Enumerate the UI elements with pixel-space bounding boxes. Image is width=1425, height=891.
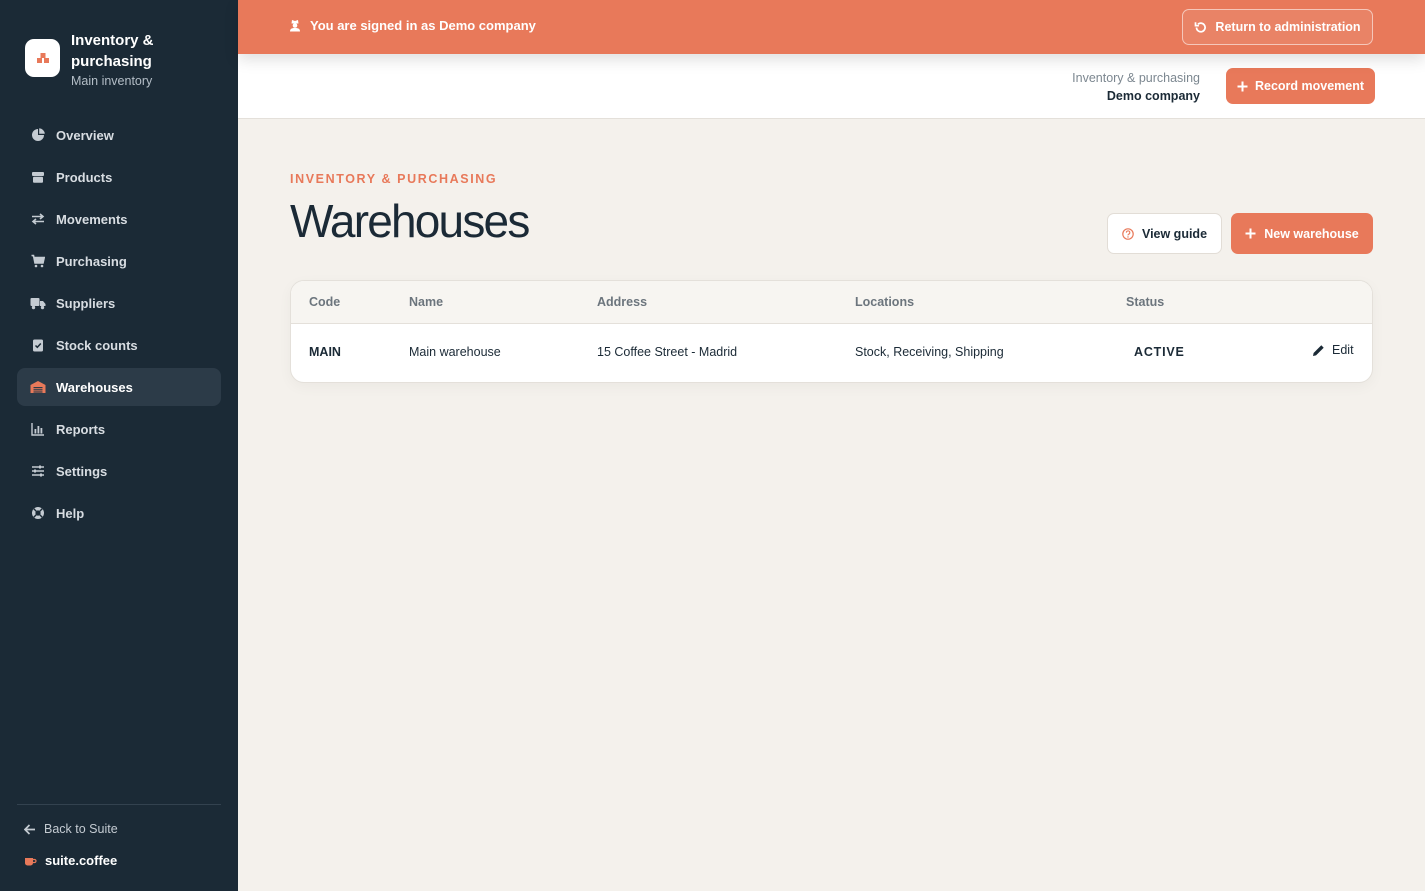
brand-title: Inventory & purchasing — [71, 32, 154, 70]
view-guide-button[interactable]: View guide — [1107, 213, 1222, 254]
page-eyebrow: INVENTORY & PURCHASING — [290, 172, 498, 186]
record-movement-label: Record movement — [1254, 79, 1365, 93]
column-header-locations: Locations — [855, 295, 915, 309]
table-header: Code Name Address Locations Status — [291, 281, 1372, 324]
column-header-code: Code — [309, 295, 341, 309]
coffee-cup-icon — [25, 858, 37, 866]
bar-chart-icon — [30, 421, 46, 437]
sidebar-item-reports[interactable]: Reports — [17, 410, 221, 448]
sidebar-item-label: Products — [56, 169, 113, 185]
user-secret-icon — [290, 20, 300, 32]
pie-chart-icon — [30, 127, 46, 143]
column-header-address: Address — [597, 295, 648, 309]
sliders-icon — [30, 463, 46, 479]
brand: Inventory & purchasing Main inventory — [25, 30, 201, 90]
suite-brand-label: suite.coffee — [45, 853, 118, 868]
swap-arrows-icon — [30, 211, 46, 227]
sidebar-item-label: Help — [56, 505, 85, 521]
plus-icon — [1237, 81, 1248, 91]
sidebar-item-label: Overview — [56, 127, 114, 143]
return-to-administration-label: Return to administration — [1215, 20, 1361, 34]
truck-icon — [30, 295, 46, 311]
sidebar-item-label: Reports — [56, 421, 106, 437]
sidebar-item-label: Suppliers — [56, 295, 116, 311]
edit-label: Edit — [1332, 343, 1354, 357]
header-company-name: Demo company — [1106, 89, 1200, 103]
brand-subtitle: Main inventory — [71, 74, 153, 88]
sidebar-item-settings[interactable]: Settings — [17, 452, 221, 490]
arrow-left-icon — [24, 823, 35, 835]
view-guide-label: View guide — [1141, 226, 1208, 241]
new-warehouse-label: New warehouse — [1264, 226, 1359, 241]
sidebar-nav: Overview Products Movements Purchasing S… — [17, 116, 221, 536]
page-title: Warehouses — [290, 195, 530, 247]
back-to-suite-label: Back to Suite — [44, 822, 118, 836]
sidebar-item-overview[interactable]: Overview — [17, 116, 221, 154]
sidebar-item-products[interactable]: Products — [17, 158, 221, 196]
sidebar-item-label: Settings — [56, 463, 108, 479]
sidebar-item-label: Warehouses — [56, 379, 133, 395]
sidebar-item-label: Movements — [56, 211, 128, 227]
banner-message-text: You are signed in as Demo company — [310, 18, 536, 33]
cell-locations: Stock, Receiving, Shipping — [855, 345, 1004, 359]
plus-icon — [1245, 228, 1256, 239]
record-movement-button[interactable]: Record movement — [1226, 68, 1375, 104]
status-badge: ACTIVE — [1134, 345, 1185, 359]
lifebuoy-icon — [30, 505, 46, 521]
sidebar-item-stock-counts[interactable]: Stock counts — [17, 326, 221, 364]
sidebar-item-movements[interactable]: Movements — [17, 200, 221, 238]
sidebar-item-warehouses[interactable]: Warehouses — [17, 368, 221, 406]
sidebar: Inventory & purchasing Main inventory Ov… — [0, 0, 238, 891]
cell-code: MAIN — [309, 345, 341, 359]
cell-address: 15 Coffee Street - Madrid — [597, 345, 738, 359]
box-icon — [30, 169, 46, 185]
edit-button[interactable]: Edit — [1312, 343, 1354, 357]
pencil-icon — [1313, 344, 1324, 356]
sidebar-divider — [17, 804, 221, 805]
impersonation-banner: You are signed in as Demo company Return… — [238, 0, 1425, 54]
return-to-administration-button[interactable]: Return to administration — [1182, 9, 1373, 45]
header-app-name: Inventory & purchasing — [1072, 71, 1200, 85]
undo-icon — [1195, 21, 1207, 33]
question-circle-icon — [1122, 227, 1134, 240]
column-header-status: Status — [1126, 295, 1165, 309]
sidebar-item-purchasing[interactable]: Purchasing — [17, 242, 221, 280]
brand-logo-icon — [25, 39, 60, 77]
sidebar-item-suppliers[interactable]: Suppliers — [17, 284, 221, 322]
top-header: Inventory & purchasing Demo company Reco… — [238, 54, 1425, 119]
new-warehouse-button[interactable]: New warehouse — [1231, 213, 1373, 254]
clipboard-check-icon — [30, 337, 46, 353]
sidebar-item-label: Stock counts — [56, 337, 138, 353]
cart-icon — [30, 253, 46, 269]
warehouse-icon — [30, 379, 46, 395]
warehouses-table: Code Name Address Locations Status MAIN … — [290, 280, 1373, 383]
sidebar-item-help[interactable]: Help — [17, 494, 221, 532]
suite-brand: suite.coffee — [24, 853, 117, 868]
column-header-name: Name — [409, 295, 444, 309]
back-to-suite-link[interactable]: Back to Suite — [24, 822, 118, 836]
table-row: MAIN Main warehouse 15 Coffee Street - M… — [291, 324, 1372, 382]
sidebar-item-label: Purchasing — [56, 253, 127, 269]
cell-name: Main warehouse — [409, 345, 501, 359]
banner-message: You are signed in as Demo company — [289, 18, 536, 33]
header-context: Inventory & purchasing Demo company — [1072, 69, 1200, 105]
